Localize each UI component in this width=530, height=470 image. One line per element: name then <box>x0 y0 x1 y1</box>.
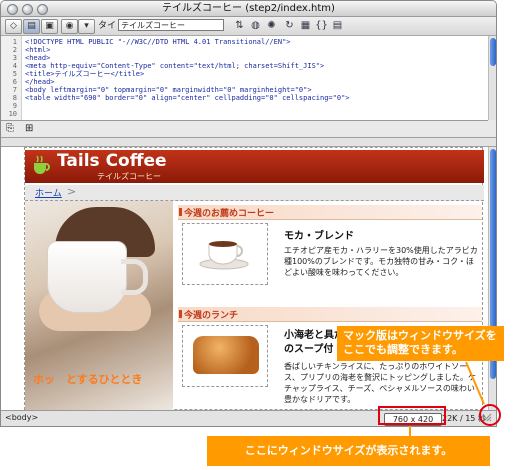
callout-connectors <box>409 361 485 436</box>
callout-resize-note: マック版はウィンドウサイズをここでも調整できます。 <box>337 326 504 361</box>
callout-size-note: ここにウィンドウサイズが表示されます。 <box>207 436 490 466</box>
